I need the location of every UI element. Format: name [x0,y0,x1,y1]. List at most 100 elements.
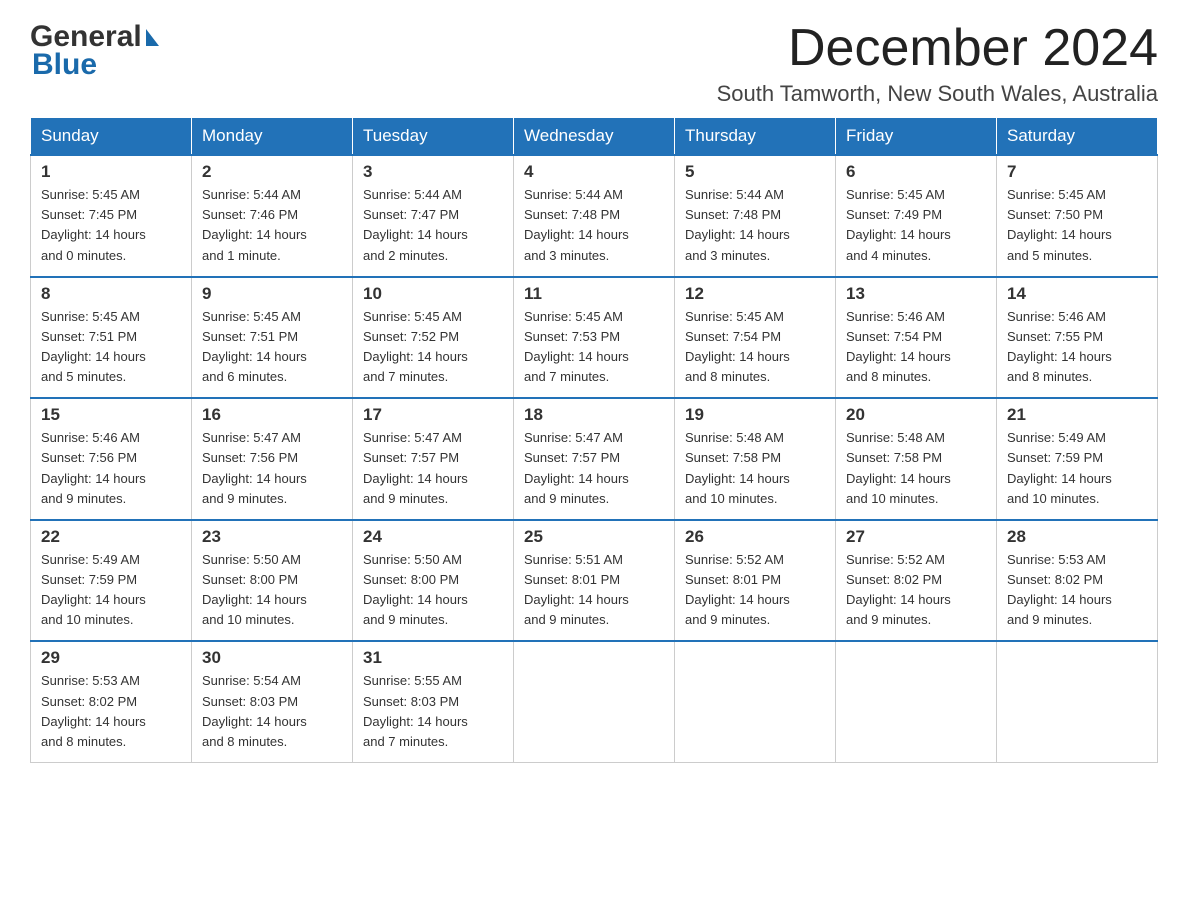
table-row [675,641,836,762]
table-row: 9 Sunrise: 5:45 AMSunset: 7:51 PMDayligh… [192,277,353,399]
day-number: 6 [846,162,986,182]
day-info: Sunrise: 5:45 AMSunset: 7:45 PMDaylight:… [41,185,181,266]
day-info: Sunrise: 5:45 AMSunset: 7:51 PMDaylight:… [202,307,342,388]
day-number: 11 [524,284,664,304]
table-row: 6 Sunrise: 5:45 AMSunset: 7:49 PMDayligh… [836,155,997,277]
day-info: Sunrise: 5:50 AMSunset: 8:00 PMDaylight:… [202,550,342,631]
day-info: Sunrise: 5:50 AMSunset: 8:00 PMDaylight:… [363,550,503,631]
day-number: 4 [524,162,664,182]
day-number: 16 [202,405,342,425]
day-info: Sunrise: 5:46 AMSunset: 7:55 PMDaylight:… [1007,307,1147,388]
day-number: 13 [846,284,986,304]
day-info: Sunrise: 5:45 AMSunset: 7:50 PMDaylight:… [1007,185,1147,266]
location-title: South Tamworth, New South Wales, Austral… [717,81,1158,107]
day-number: 2 [202,162,342,182]
day-number: 31 [363,648,503,668]
col-tuesday: Tuesday [353,118,514,156]
col-saturday: Saturday [997,118,1158,156]
table-row: 27 Sunrise: 5:52 AMSunset: 8:02 PMDaylig… [836,520,997,642]
col-wednesday: Wednesday [514,118,675,156]
table-row [836,641,997,762]
day-info: Sunrise: 5:45 AMSunset: 7:49 PMDaylight:… [846,185,986,266]
table-row: 19 Sunrise: 5:48 AMSunset: 7:58 PMDaylig… [675,398,836,520]
table-row: 22 Sunrise: 5:49 AMSunset: 7:59 PMDaylig… [31,520,192,642]
table-row [514,641,675,762]
day-number: 25 [524,527,664,547]
table-row: 16 Sunrise: 5:47 AMSunset: 7:56 PMDaylig… [192,398,353,520]
day-info: Sunrise: 5:48 AMSunset: 7:58 PMDaylight:… [685,428,825,509]
table-row: 8 Sunrise: 5:45 AMSunset: 7:51 PMDayligh… [31,277,192,399]
day-number: 23 [202,527,342,547]
day-info: Sunrise: 5:54 AMSunset: 8:03 PMDaylight:… [202,671,342,752]
day-info: Sunrise: 5:49 AMSunset: 7:59 PMDaylight:… [41,550,181,631]
day-info: Sunrise: 5:52 AMSunset: 8:02 PMDaylight:… [846,550,986,631]
day-info: Sunrise: 5:47 AMSunset: 7:57 PMDaylight:… [363,428,503,509]
header: General Blue December 2024 South Tamwort… [30,20,1158,107]
table-row: 26 Sunrise: 5:52 AMSunset: 8:01 PMDaylig… [675,520,836,642]
day-info: Sunrise: 5:44 AMSunset: 7:46 PMDaylight:… [202,185,342,266]
table-row: 25 Sunrise: 5:51 AMSunset: 8:01 PMDaylig… [514,520,675,642]
day-number: 30 [202,648,342,668]
day-number: 1 [41,162,181,182]
logo: General Blue [30,20,159,82]
day-info: Sunrise: 5:47 AMSunset: 7:57 PMDaylight:… [524,428,664,509]
table-row: 29 Sunrise: 5:53 AMSunset: 8:02 PMDaylig… [31,641,192,762]
table-row: 30 Sunrise: 5:54 AMSunset: 8:03 PMDaylig… [192,641,353,762]
table-row: 10 Sunrise: 5:45 AMSunset: 7:52 PMDaylig… [353,277,514,399]
day-info: Sunrise: 5:52 AMSunset: 8:01 PMDaylight:… [685,550,825,631]
day-info: Sunrise: 5:46 AMSunset: 7:54 PMDaylight:… [846,307,986,388]
logo-triangle-icon [146,29,159,46]
day-info: Sunrise: 5:45 AMSunset: 7:51 PMDaylight:… [41,307,181,388]
col-friday: Friday [836,118,997,156]
month-title: December 2024 [717,20,1158,77]
day-number: 19 [685,405,825,425]
day-info: Sunrise: 5:46 AMSunset: 7:56 PMDaylight:… [41,428,181,509]
calendar-week-4: 22 Sunrise: 5:49 AMSunset: 7:59 PMDaylig… [31,520,1158,642]
calendar-table: Sunday Monday Tuesday Wednesday Thursday… [30,117,1158,763]
day-number: 8 [41,284,181,304]
day-number: 24 [363,527,503,547]
table-row: 2 Sunrise: 5:44 AMSunset: 7:46 PMDayligh… [192,155,353,277]
table-row: 12 Sunrise: 5:45 AMSunset: 7:54 PMDaylig… [675,277,836,399]
day-info: Sunrise: 5:49 AMSunset: 7:59 PMDaylight:… [1007,428,1147,509]
day-info: Sunrise: 5:44 AMSunset: 7:47 PMDaylight:… [363,185,503,266]
col-thursday: Thursday [675,118,836,156]
table-row: 18 Sunrise: 5:47 AMSunset: 7:57 PMDaylig… [514,398,675,520]
day-number: 28 [1007,527,1147,547]
day-number: 27 [846,527,986,547]
calendar-week-5: 29 Sunrise: 5:53 AMSunset: 8:02 PMDaylig… [31,641,1158,762]
day-number: 10 [363,284,503,304]
day-info: Sunrise: 5:51 AMSunset: 8:01 PMDaylight:… [524,550,664,631]
table-row: 14 Sunrise: 5:46 AMSunset: 7:55 PMDaylig… [997,277,1158,399]
calendar-header-row: Sunday Monday Tuesday Wednesday Thursday… [31,118,1158,156]
day-info: Sunrise: 5:45 AMSunset: 7:52 PMDaylight:… [363,307,503,388]
day-info: Sunrise: 5:47 AMSunset: 7:56 PMDaylight:… [202,428,342,509]
day-info: Sunrise: 5:55 AMSunset: 8:03 PMDaylight:… [363,671,503,752]
calendar-week-2: 8 Sunrise: 5:45 AMSunset: 7:51 PMDayligh… [31,277,1158,399]
day-number: 9 [202,284,342,304]
logo-blue-text: Blue [32,48,159,82]
table-row: 7 Sunrise: 5:45 AMSunset: 7:50 PMDayligh… [997,155,1158,277]
day-number: 3 [363,162,503,182]
day-number: 18 [524,405,664,425]
day-info: Sunrise: 5:53 AMSunset: 8:02 PMDaylight:… [1007,550,1147,631]
day-number: 26 [685,527,825,547]
day-number: 5 [685,162,825,182]
day-number: 20 [846,405,986,425]
day-info: Sunrise: 5:45 AMSunset: 7:53 PMDaylight:… [524,307,664,388]
table-row [997,641,1158,762]
table-row: 24 Sunrise: 5:50 AMSunset: 8:00 PMDaylig… [353,520,514,642]
day-info: Sunrise: 5:53 AMSunset: 8:02 PMDaylight:… [41,671,181,752]
table-row: 1 Sunrise: 5:45 AMSunset: 7:45 PMDayligh… [31,155,192,277]
col-monday: Monday [192,118,353,156]
table-row: 4 Sunrise: 5:44 AMSunset: 7:48 PMDayligh… [514,155,675,277]
table-row: 31 Sunrise: 5:55 AMSunset: 8:03 PMDaylig… [353,641,514,762]
day-number: 12 [685,284,825,304]
title-area: December 2024 South Tamworth, New South … [717,20,1158,107]
day-number: 17 [363,405,503,425]
day-number: 7 [1007,162,1147,182]
table-row: 23 Sunrise: 5:50 AMSunset: 8:00 PMDaylig… [192,520,353,642]
col-sunday: Sunday [31,118,192,156]
day-number: 22 [41,527,181,547]
day-info: Sunrise: 5:44 AMSunset: 7:48 PMDaylight:… [524,185,664,266]
